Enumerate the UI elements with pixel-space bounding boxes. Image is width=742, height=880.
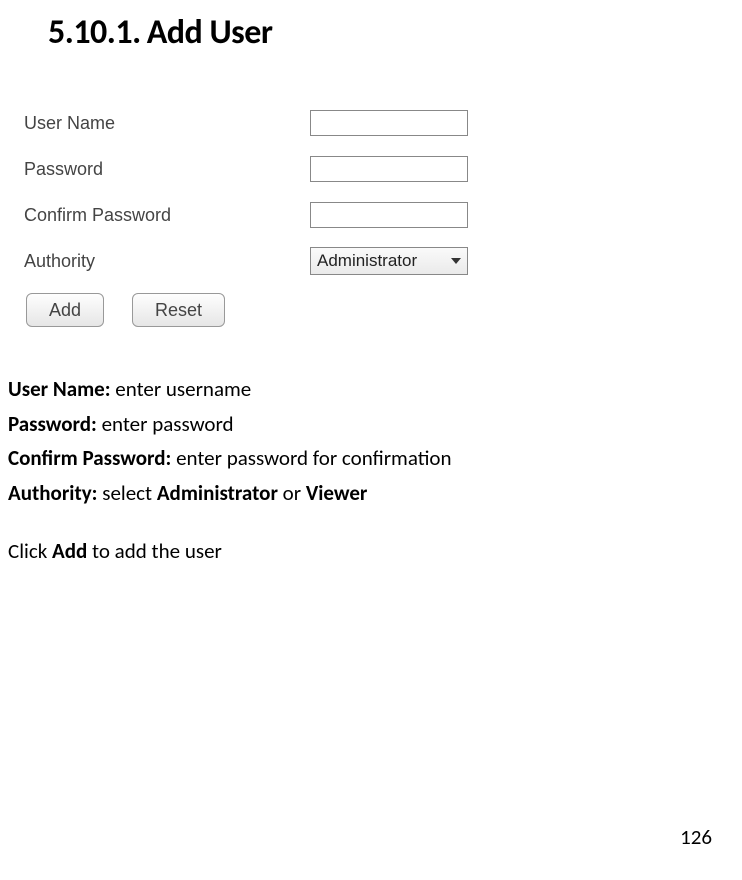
- confirm-password-row: Confirm Password: [14, 201, 742, 229]
- password-term: Password:: [8, 411, 97, 437]
- password-row: Password: [14, 155, 742, 183]
- authority-opt2: Viewer: [306, 480, 368, 506]
- click-pre: Click: [8, 538, 52, 564]
- confirm-term: Confirm Password:: [8, 445, 171, 471]
- authority-desc-mid: or: [278, 480, 306, 506]
- username-desc-text: enter username: [111, 376, 252, 402]
- confirm-description: Confirm Password: enter password for con…: [8, 442, 742, 475]
- authority-label: Authority: [14, 251, 310, 272]
- authority-description: Authority: select Administrator or Viewe…: [8, 477, 742, 510]
- add-user-form: User Name Password Confirm Password Auth…: [14, 109, 742, 327]
- username-input[interactable]: [310, 110, 468, 136]
- password-description: Password: enter password: [8, 408, 742, 441]
- button-row: Add Reset: [26, 293, 742, 327]
- authority-opt1: Administrator: [157, 480, 278, 506]
- password-input[interactable]: [310, 156, 468, 182]
- password-label: Password: [14, 159, 310, 180]
- authority-selected-value: Administrator: [317, 251, 417, 270]
- username-label: User Name: [14, 113, 310, 134]
- field-descriptions: User Name: enter username Password: ente…: [8, 373, 742, 568]
- click-post: to add the user: [87, 538, 222, 564]
- chevron-down-icon: [451, 258, 461, 264]
- heading-title: Add User: [147, 12, 273, 53]
- page-number: 126: [680, 824, 712, 850]
- username-description: User Name: enter username: [8, 373, 742, 406]
- password-desc-text: enter password: [97, 411, 234, 437]
- section-heading: 5.10.1.Add User: [0, 0, 742, 53]
- confirm-password-label: Confirm Password: [14, 205, 310, 226]
- username-row: User Name: [14, 109, 742, 137]
- add-button[interactable]: Add: [26, 293, 104, 327]
- authority-row: Authority Administrator: [14, 247, 742, 275]
- heading-number: 5.10.1.: [48, 12, 141, 53]
- confirm-desc-text: enter password for confirmation: [171, 445, 451, 471]
- reset-button[interactable]: Reset: [132, 293, 225, 327]
- authority-select[interactable]: Administrator: [310, 247, 468, 275]
- click-instruction: Click Add to add the user: [8, 535, 742, 568]
- authority-term: Authority:: [8, 480, 97, 506]
- click-add-word: Add: [52, 538, 87, 564]
- confirm-password-input[interactable]: [310, 202, 468, 228]
- authority-desc-pre: select: [97, 480, 156, 506]
- username-term: User Name:: [8, 376, 111, 402]
